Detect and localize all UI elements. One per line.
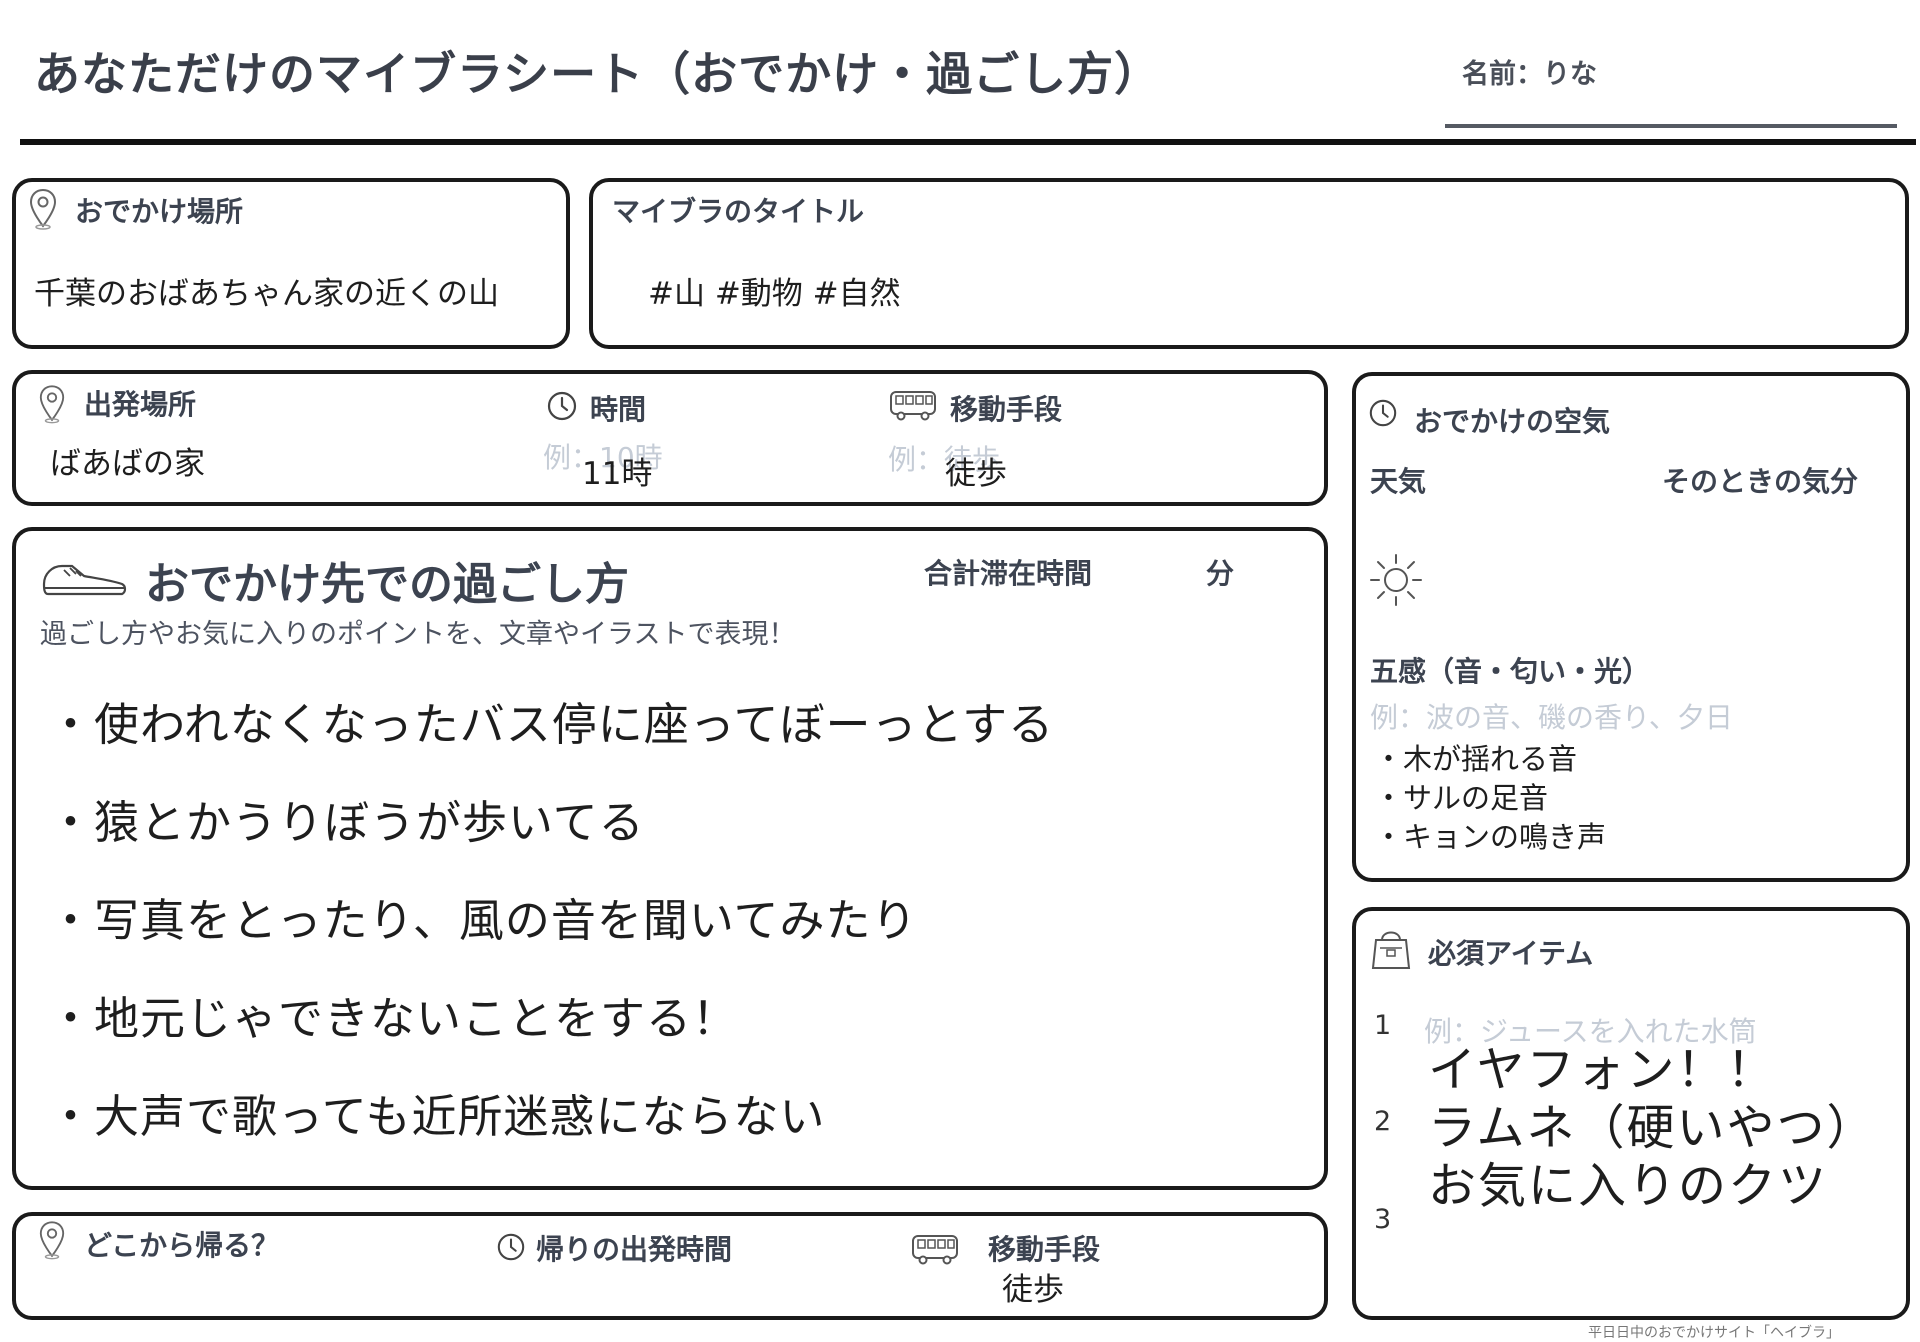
return-time-label: 帰りの出発時間 <box>536 1233 733 1266</box>
departure-box <box>12 370 1328 506</box>
return-transport-value[interactable]: 徒歩 <box>1002 1264 1064 1309</box>
mybura-title-value[interactable]: #山 #動物 #自然 <box>648 268 901 313</box>
mood-label: そのときの気分 <box>1662 465 1859 498</box>
sense-item-1[interactable]: ・木が揺れる音 <box>1374 736 1577 778</box>
bus-icon <box>910 1232 960 1266</box>
departure-time-value[interactable]: 11時 <box>582 448 652 493</box>
footer-credit: 平日日中のおでかけサイト「ヘイブラ」 <box>1588 1325 1840 1341</box>
spending-bullet-4[interactable]: ・地元じゃできないことをする！ <box>48 982 738 1047</box>
sun-icon <box>1368 552 1424 608</box>
clock-icon <box>1368 398 1398 428</box>
clock-icon <box>496 1232 526 1262</box>
item-number-1: 1 <box>1374 1010 1392 1041</box>
header-divider <box>20 139 1916 145</box>
spending-bullet-2[interactable]: ・猿とかうりぼうが歩いてる <box>48 786 645 851</box>
total-stay-label: 合計滞在時間 <box>924 557 1093 590</box>
return-transport-label: 移動手段 <box>988 1233 1101 1266</box>
item-value-3[interactable]: お気に入りのクツ <box>1428 1146 1828 1216</box>
return-from-label: どこから帰る？ <box>84 1229 280 1262</box>
name-underline <box>1445 124 1897 128</box>
spending-heading: おでかけ先での過ごし方 <box>145 559 629 610</box>
sneaker-icon <box>38 554 130 602</box>
spending-bullet-5[interactable]: ・大声で歌っても近所迷惑にならない <box>48 1080 826 1145</box>
sense-item-3[interactable]: ・キョンの鳴き声 <box>1374 814 1606 856</box>
mybura-title-label: マイブラのタイトル <box>612 195 865 228</box>
weather-label: 天気 <box>1370 465 1427 498</box>
departure-place-value[interactable]: ばあばの家 <box>50 438 205 483</box>
item-number-2: 2 <box>1374 1106 1392 1137</box>
item-number-3: 3 <box>1374 1204 1392 1235</box>
items-label: 必須アイテム <box>1428 937 1594 970</box>
senses-placeholder: 例：波の音、磯の香り、夕日 <box>1370 701 1733 734</box>
minutes-label: 分 <box>1206 557 1235 590</box>
map-pin-icon <box>28 188 58 230</box>
departure-transport-label: 移動手段 <box>950 393 1063 426</box>
name-label: 名前：りな <box>1462 59 1597 90</box>
senses-label: 五感（音・匂い・光） <box>1370 655 1651 688</box>
departure-transport-value[interactable]: 徒歩 <box>945 448 1007 493</box>
bag-icon <box>1370 924 1412 972</box>
spending-bullet-1[interactable]: ・使われなくなったバス停に座ってぼーっとする <box>48 688 1054 753</box>
departure-place-label: 出発場所 <box>84 388 197 421</box>
spending-subtitle: 過ごし方やお気に入りのポイントを、文章やイラストで表現！ <box>40 619 796 650</box>
map-pin-icon <box>38 1220 66 1260</box>
destination-label: おでかけ場所 <box>75 195 244 228</box>
page-title: あなただけのマイブラシート（おでかけ・過ごし方） <box>34 47 1162 101</box>
bus-icon <box>888 388 938 422</box>
departure-time-label: 時間 <box>590 393 647 426</box>
atmosphere-label: おでかけの空気 <box>1414 405 1611 438</box>
destination-value[interactable]: 千葉のおばあちゃん家の近くの山 <box>34 268 499 313</box>
clock-icon <box>546 390 578 422</box>
map-pin-icon <box>38 384 66 424</box>
spending-bullet-3[interactable]: ・写真をとったり、風の音を聞いてみたり <box>48 884 918 949</box>
sense-item-2[interactable]: ・サルの足音 <box>1374 775 1548 817</box>
